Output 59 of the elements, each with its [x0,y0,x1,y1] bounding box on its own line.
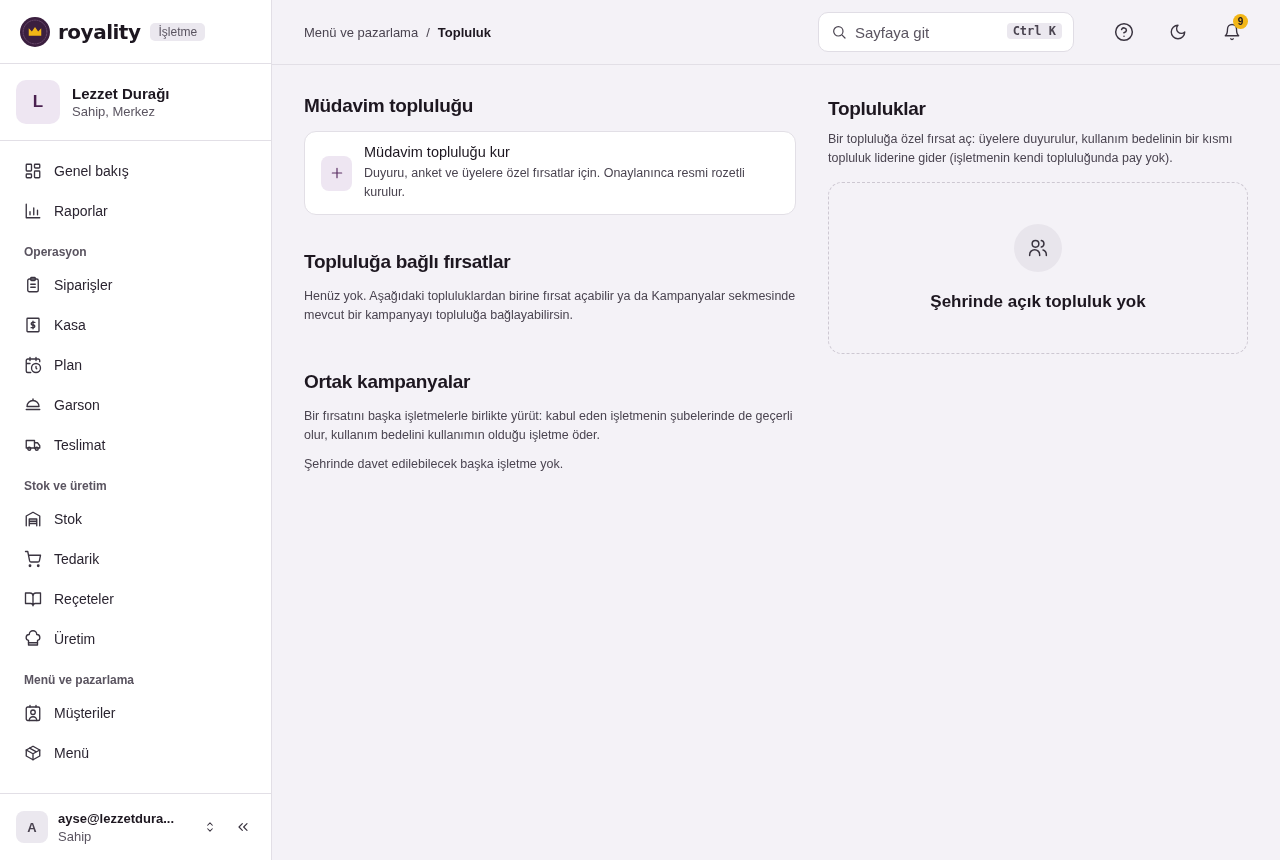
business-switcher[interactable]: L Lezzet Durağı Sahip, Merkez [0,64,271,141]
sidebar-item[interactable]: Genel bakış [8,151,263,191]
sidebar-item[interactable]: Kasa [8,305,263,345]
users-icon [1028,238,1048,258]
notifications-button[interactable]: 9 [1216,16,1248,48]
user-email: ayse@lezzetdura... [58,810,175,827]
sidebar-item[interactable]: Tedarik [8,539,263,579]
sidebar-item[interactable]: Menü [8,733,263,773]
brand-name: royality [58,19,141,44]
section-heading: Stok ve üretim [23,478,108,495]
sidebar-item[interactable]: Plan [8,345,263,385]
sidebar-item[interactable]: Teslimat [8,425,263,465]
calendar-clock-icon [24,356,42,374]
sidebar-item[interactable]: Stok [8,499,263,539]
sidebar-item[interactable]: Üretim [8,619,263,659]
section-title: Müdavim topluluğu [304,95,475,117]
card-description: Duyuru, anket ve üyelere özel fırsatlar için. Onaylanınca resmi rozetli kurulur. [364,165,746,201]
user-avatar: A [16,811,48,843]
section-title: Topluluğa bağlı fırsatlar [304,251,512,273]
section-heading: Menü ve pazarlama [23,672,136,689]
search-icon [831,24,847,40]
business-name: Lezzet Durağı [72,85,170,102]
breadcrumb-link[interactable]: Menü ve pazarlama [304,24,419,40]
user-role: Sahip [58,829,93,844]
crown-logo-icon [20,16,50,47]
notification-count: 9 [1233,14,1248,29]
empty-state-title: Şehrinde açık topluluk yok [930,292,1146,312]
business-role: Sahip, Merkez [72,104,157,119]
section-title: Topluluklar [828,98,927,120]
sidebar-item[interactable]: Siparişler [8,265,263,305]
contact-card-icon [24,704,42,722]
cart-icon [24,550,42,568]
section-title: Ortak kampanyalar [304,371,471,393]
keyboard-shortcut: Ctrl K [1006,23,1062,39]
workspace-badge: İşletme [150,22,206,41]
business-avatar: L [16,80,60,124]
sidebar-item[interactable]: Garson [8,385,263,425]
chef-hat-icon [24,630,42,648]
bar-chart-icon [24,202,42,220]
section-text: Şehrinde davet edilebilecek başka işletme yok. [304,456,565,473]
create-community-card[interactable]: Müdavim topluluğu kur Duyuru, anket ve üyelere özel fırsatlar için. Onaylanınca resmi rozetli kurulur. [304,131,796,215]
help-icon [1114,22,1134,42]
dollar-icon [24,316,42,334]
sidebar-item[interactable]: Raporlar [8,191,263,231]
moon-icon [1169,23,1187,41]
section-text: Bir fırsatını başka işletmelerle birlikte yürüt: kabul eden işletmenin şubelerinde de geçerli olur, kullanım bedelini kullanımın olduğu işletme öder. [304,408,794,444]
section-text: Henüz yok. Aşağıdaki topluluklardan birine fırsat açabilir ya da Kampanyalar sekmesinde mevcut bir kampanyayı topluluğa bağlayabilirsin. [304,288,796,324]
book-icon [24,590,42,608]
breadcrumb-separator: / [426,24,430,40]
section-text: Bir topluluğa özel fırsat aç: üyelere duyurulur, kullanım bedelinin bir kısmı topluluk liderine gider (işletmenin kendi topluluğunda pay yok). [828,131,1234,167]
card-title: Müdavim topluluğu kur [364,144,511,160]
box-icon [24,744,42,762]
clipboard-icon [24,276,42,294]
bell-icon [1223,23,1241,41]
sidebar-item[interactable]: Müşteriler [8,693,263,733]
sidebar-item[interactable]: Reçeteler [8,579,263,619]
warehouse-icon [24,510,42,528]
grid-icon [24,162,42,180]
section-heading: Operasyon [23,244,88,261]
